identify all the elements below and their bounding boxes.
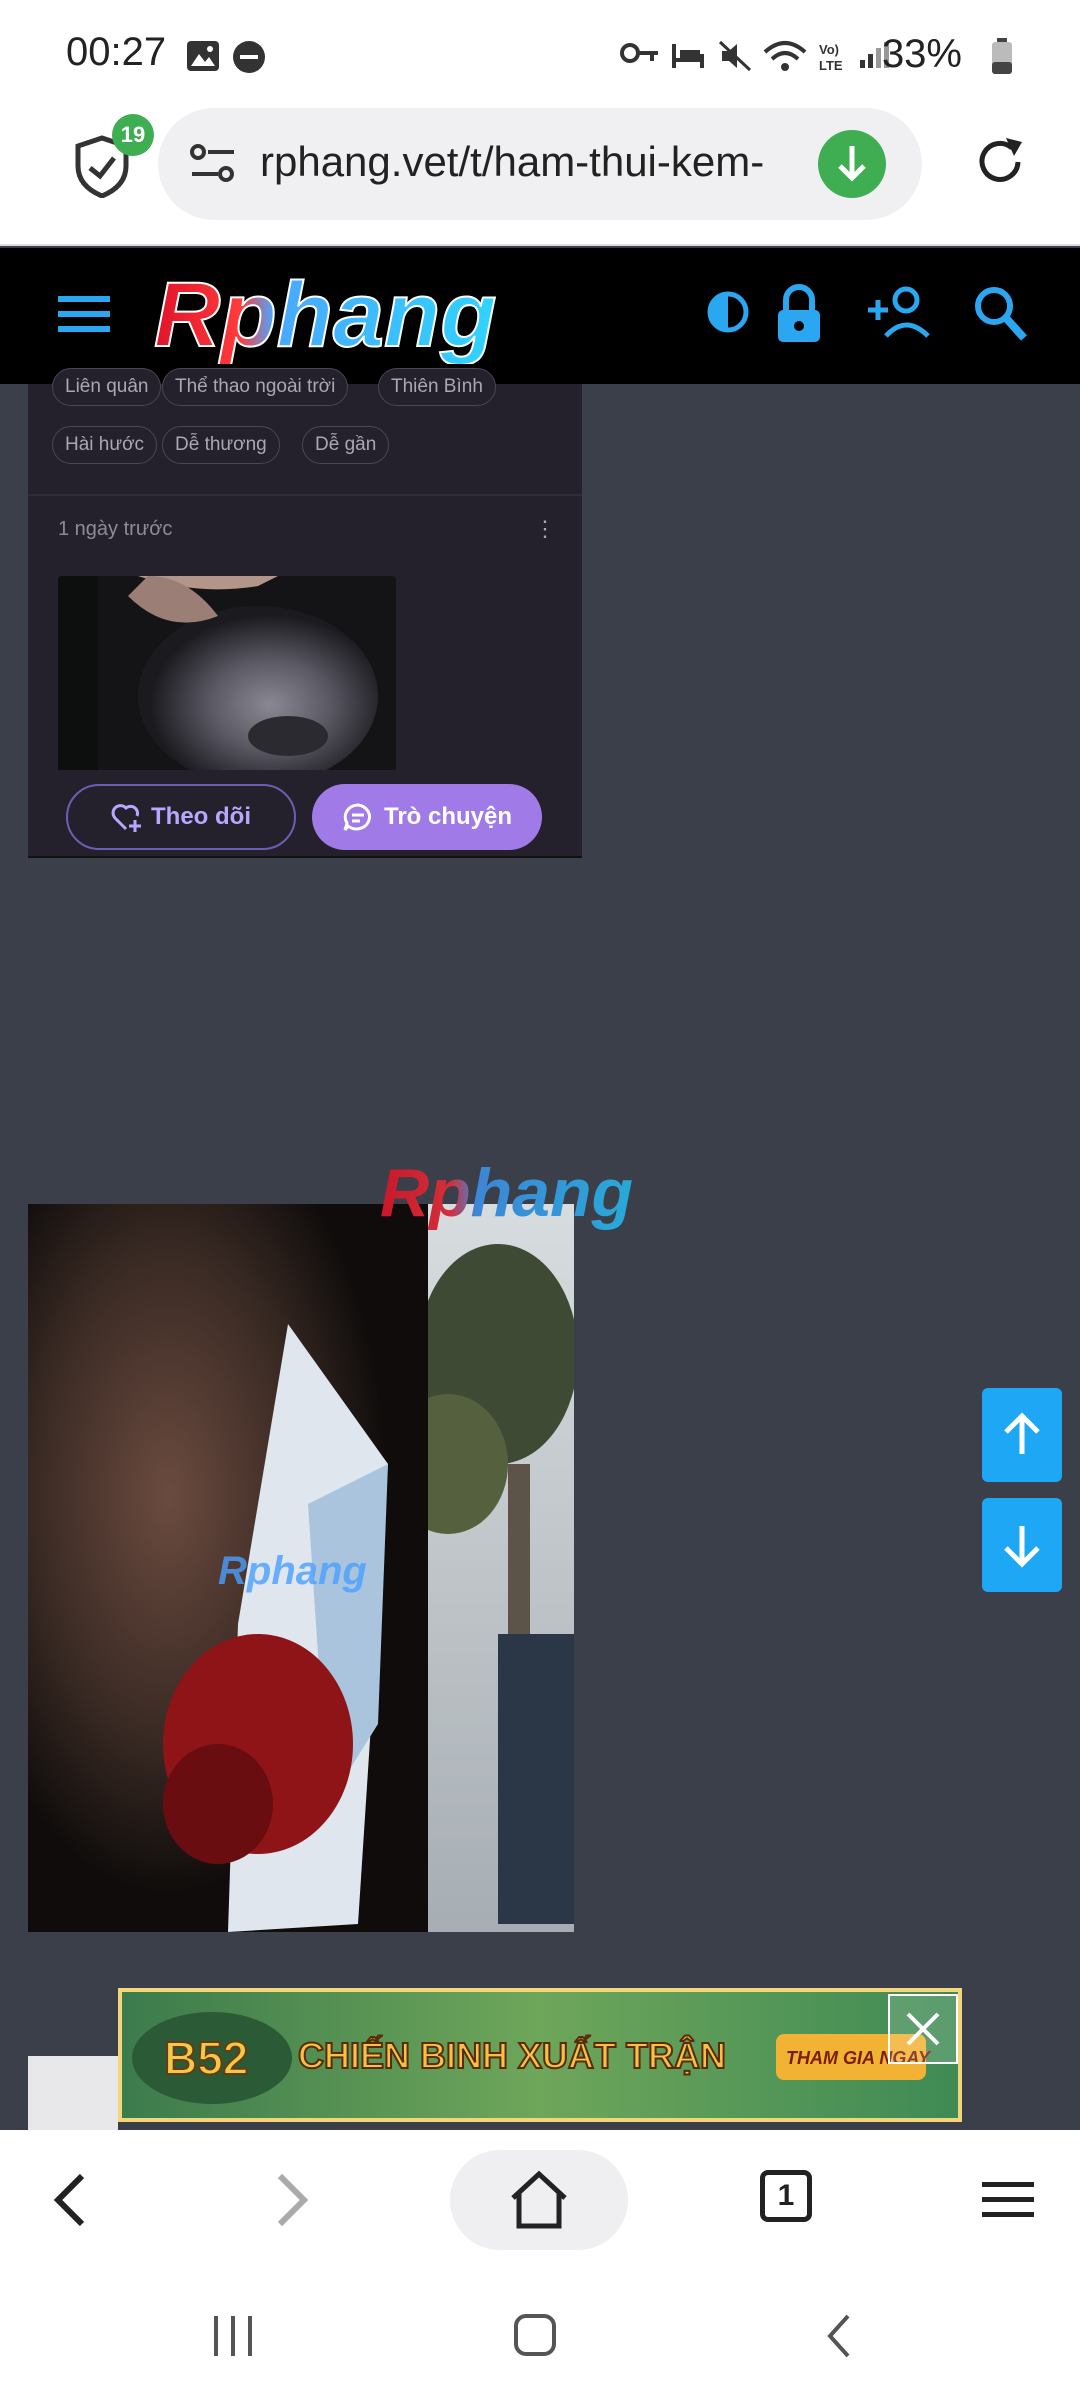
mute-icon [718, 40, 752, 72]
site-header: Rphang [0, 248, 1080, 384]
post-image[interactable]: Rphang [28, 1204, 574, 1932]
tag-chip[interactable]: Liên quân [52, 368, 162, 406]
browser-toolbar: 1 [0, 2130, 1080, 2270]
system-home-icon[interactable] [512, 2312, 558, 2358]
browser-address-bar: 19 rphang.vet/t/ham-thui-kem- [0, 108, 1080, 246]
url-bar[interactable]: rphang.vet/t/ham-thui-kem- [158, 108, 922, 220]
home-icon [511, 2170, 567, 2229]
recent-apps-icon[interactable] [210, 2314, 256, 2358]
post-thumbnail[interactable] [58, 576, 396, 772]
tag-chip[interactable]: Thiên Bình [378, 368, 496, 406]
scroll-bottom-button[interactable] [982, 1498, 1062, 1592]
watermark-logo: Rphang [380, 1155, 633, 1231]
url-text[interactable]: rphang.vet/t/ham-thui-kem- [260, 138, 800, 186]
status-bar: 00:27 Vo) LTE 33% [0, 0, 1080, 108]
close-ad-button[interactable] [888, 1994, 958, 2064]
svg-text:LTE: LTE [819, 58, 843, 73]
image-icon [187, 41, 219, 71]
svg-text:Vo): Vo) [819, 42, 839, 57]
tag-chip[interactable]: Hài hước [52, 426, 158, 464]
banner-ad[interactable]: B52 CHIẾN BINH XUẤT TRẬN THAM GIA NGAY [118, 1988, 962, 2122]
key-icon [620, 43, 658, 63]
svg-text:Rphang: Rphang [380, 1155, 633, 1231]
system-back-icon[interactable] [824, 2312, 854, 2360]
battery-icon [992, 38, 1012, 74]
close-icon [906, 2012, 940, 2046]
profile-card: Liên quân Thể thao ngoài trời Thiên Bình… [28, 368, 582, 858]
card-actions: Theo dõi Trò chuyện [28, 770, 582, 856]
follow-button[interactable]: Theo dõi [66, 784, 296, 850]
reload-icon[interactable] [970, 132, 1030, 192]
search-icon[interactable] [972, 284, 1028, 342]
chat-icon [343, 803, 371, 831]
tag-chip[interactable]: Thể thao ngoài trời [162, 368, 349, 406]
menu-icon[interactable] [56, 292, 112, 336]
divider [28, 494, 582, 496]
download-button[interactable] [818, 130, 886, 198]
heart-plus-icon [111, 804, 141, 832]
chat-button[interactable]: Trò chuyện [312, 784, 542, 850]
lock-icon[interactable] [774, 284, 824, 344]
chat-label: Trò chuyện [383, 803, 513, 830]
follow-label: Theo dõi [151, 803, 251, 830]
status-time: 00:27 [66, 30, 167, 74]
back-icon[interactable] [50, 2170, 90, 2230]
browser-menu-icon[interactable] [980, 2178, 1036, 2222]
battery-percentage: 33% [881, 32, 962, 76]
arrow-down-icon [1004, 1526, 1040, 1568]
download-icon [838, 146, 866, 182]
svg-text:Rphang: Rphang [154, 268, 496, 364]
forward-icon[interactable] [272, 2170, 312, 2230]
wifi-icon [763, 41, 807, 71]
more-options-icon[interactable]: ⋮ [534, 516, 556, 542]
svg-text:B52: B52 [164, 2032, 248, 2084]
tag-chip[interactable]: Dễ thương [162, 426, 280, 464]
volte-icon: Vo)LTE [819, 42, 843, 73]
arrow-up-icon [1004, 1412, 1040, 1454]
svg-text:Rphang: Rphang [218, 1549, 367, 1593]
system-navigation [0, 2270, 1080, 2400]
home-button[interactable] [450, 2150, 628, 2250]
site-settings-icon[interactable] [190, 142, 236, 186]
tracker-count-badge: 19 [112, 114, 154, 156]
bed-icon [672, 44, 704, 68]
svg-text:CHIẾN BINH XUẤT TRẬN: CHIẾN BINH XUẤT TRẬN [298, 2034, 726, 2076]
site-logo[interactable]: Rphang [150, 268, 670, 364]
post-time: 1 ngày trước [58, 518, 173, 540]
next-image-peek [28, 2056, 118, 2130]
scroll-top-button[interactable] [982, 1388, 1062, 1482]
dnd-icon [233, 41, 265, 73]
contrast-icon[interactable] [706, 284, 750, 340]
tabs-button[interactable]: 1 [760, 2170, 812, 2222]
tag-chip[interactable]: Dễ gần [302, 426, 390, 464]
add-user-icon[interactable] [866, 284, 932, 340]
